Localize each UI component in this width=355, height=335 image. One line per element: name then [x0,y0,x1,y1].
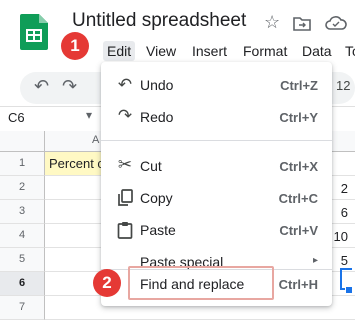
fill-handle[interactable] [345,286,353,294]
menu-tools[interactable]: To [341,41,355,61]
document-title[interactable]: Untitled spreadsheet [72,10,246,32]
cloud-save-icon[interactable] [325,15,347,31]
menu-item-label: Undo [140,77,174,93]
row-header-2[interactable]: 2 [0,176,45,200]
menu-item-shortcut: Ctrl+Z [280,78,318,93]
menu-item-label: Copy [140,190,173,206]
row-header-5[interactable]: 5 [0,248,45,272]
callout-badge-2: 2 [93,269,121,297]
move-folder-icon[interactable] [293,15,311,31]
menu-item-label: Paste [140,222,176,238]
menu-item-shortcut: Ctrl+C [278,191,318,206]
row-divider [45,319,355,320]
chevron-down-icon[interactable]: ▾ [86,108,92,122]
menu-insert[interactable]: Insert [188,41,231,61]
undo-icon[interactable]: ↶ [34,76,49,97]
redo-icon[interactable]: ↷ [62,76,77,97]
menu-item-label: Cut [140,158,162,174]
cell-value[interactable]: 10 [334,229,348,244]
menu-format[interactable]: Format [239,41,291,61]
menu-view[interactable]: View [142,41,180,61]
cell-value[interactable]: 2 [341,181,348,196]
menu-data[interactable]: Data [298,41,336,61]
clipboard-icon [117,222,133,239]
font-size-value[interactable]: 12 [336,78,350,93]
select-all-corner[interactable] [0,131,45,152]
menu-item-shortcut: Ctrl+V [279,223,318,238]
menu-item-shortcut: Ctrl+X [279,159,318,174]
row-header-7[interactable]: 7 [0,296,45,320]
redo-icon: ↷ [117,106,133,125]
menu-edit[interactable]: Edit [103,41,136,61]
menu-item-shortcut: Ctrl+Y [279,110,318,125]
menu-divider [101,140,332,141]
column-header-a[interactable]: A [92,134,99,146]
row-header-1[interactable]: 1 [0,152,45,176]
callout-badge-1: 1 [61,32,89,60]
row-header-3[interactable]: 3 [0,200,45,224]
row-header-4[interactable]: 4 [0,224,45,248]
cell-value[interactable]: 5 [341,253,348,268]
scissors-icon: ✂ [117,155,133,174]
menu-item-label: Redo [140,109,174,125]
star-icon[interactable]: ☆ [264,12,280,33]
undo-icon: ↶ [117,75,133,94]
name-box[interactable]: C6 [8,110,25,125]
row-header-6[interactable]: 6 [0,272,45,296]
menu-item-shortcut: Ctrl+H [278,277,318,292]
menu-item-label: Find and replace [140,276,245,292]
copy-icon [118,189,133,206]
cell-value[interactable]: 6 [341,205,348,220]
submenu-arrow-icon: ▸ [312,255,318,266]
